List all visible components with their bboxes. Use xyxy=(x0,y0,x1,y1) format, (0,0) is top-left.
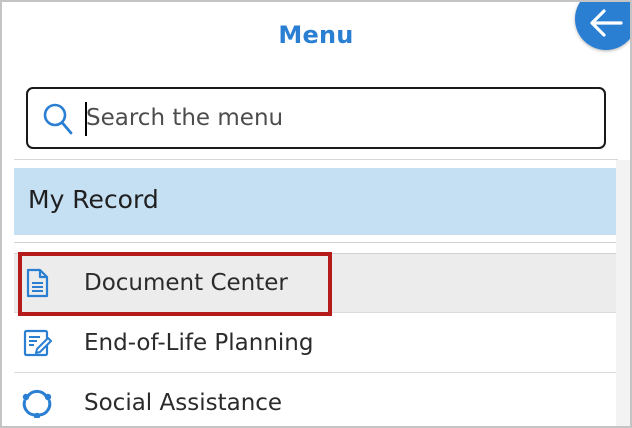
menu-header: Menu xyxy=(2,2,630,74)
page-title: Menu xyxy=(278,21,354,49)
document-icon xyxy=(26,268,49,298)
arrow-left-icon xyxy=(590,9,623,37)
social-network-icon xyxy=(22,389,52,418)
divider xyxy=(14,242,616,243)
menu-item-label: End-of-Life Planning xyxy=(84,330,314,356)
edit-form-icon xyxy=(23,329,52,357)
search-icon xyxy=(43,103,73,135)
menu-item-document-center[interactable]: Document Center xyxy=(14,254,616,313)
menu-item-label: Social Assistance xyxy=(84,390,283,416)
section-title: My Record xyxy=(28,185,159,214)
menu-item-end-of-life-planning[interactable]: End-of-Life Planning xyxy=(14,314,616,373)
scrollbar-track[interactable] xyxy=(616,160,630,426)
menu-panel: Menu My Record Document Center xyxy=(0,0,632,428)
menu-item-social-assistance[interactable]: Social Assistance xyxy=(14,374,616,426)
search-input[interactable] xyxy=(86,97,586,139)
search-box[interactable] xyxy=(26,87,606,149)
divider xyxy=(14,159,618,160)
menu-item-label: Document Center xyxy=(84,270,288,296)
section-header-my-record[interactable]: My Record xyxy=(14,168,616,235)
